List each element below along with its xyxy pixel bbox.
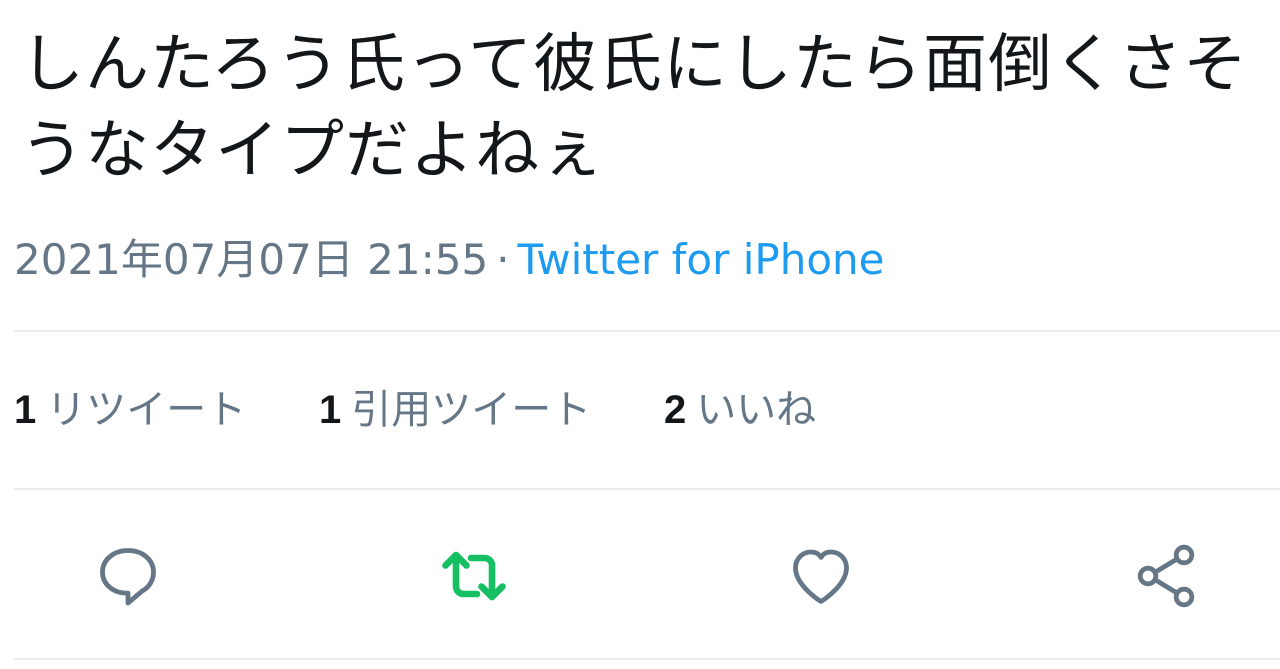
tweet-text: しんたろう氏って彼氏にしたら面倒くさそうなタイプだよねぇ bbox=[20, 28, 1248, 188]
reply-icon bbox=[100, 548, 156, 606]
like-count: 2 bbox=[663, 388, 687, 432]
share-button[interactable] bbox=[1128, 538, 1204, 614]
divider bbox=[14, 330, 1280, 332]
heart-icon bbox=[793, 549, 849, 604]
retweet-icon bbox=[442, 551, 506, 601]
tweet-timestamp[interactable]: 2021年07月07日 21:55 bbox=[14, 235, 488, 284]
reply-button[interactable] bbox=[90, 538, 166, 614]
like-count-link[interactable]: 2 いいね bbox=[664, 382, 816, 438]
retweet-button[interactable] bbox=[436, 538, 512, 614]
tweet-meta: 2021年07月07日 21:55 · Twitter for iPhone bbox=[14, 232, 885, 288]
quote-label: 引用ツイート bbox=[351, 387, 592, 433]
retweet-count-link[interactable]: 1 リツイート bbox=[14, 382, 246, 438]
like-button[interactable] bbox=[783, 538, 859, 614]
tweet-source-link[interactable]: Twitter for iPhone bbox=[518, 235, 885, 284]
divider bbox=[14, 488, 1280, 490]
tweet-stats: 1 リツイート 1 引用ツイート 2 いいね bbox=[14, 382, 876, 438]
divider bbox=[14, 658, 1280, 660]
quote-count-link[interactable]: 1 引用ツイート bbox=[319, 382, 591, 438]
meta-separator: · bbox=[496, 235, 510, 284]
share-icon bbox=[1137, 544, 1195, 608]
retweet-label: リツイート bbox=[46, 387, 247, 433]
quote-count: 1 bbox=[318, 388, 342, 432]
retweet-count: 1 bbox=[14, 388, 37, 432]
like-label: いいね bbox=[696, 387, 817, 433]
